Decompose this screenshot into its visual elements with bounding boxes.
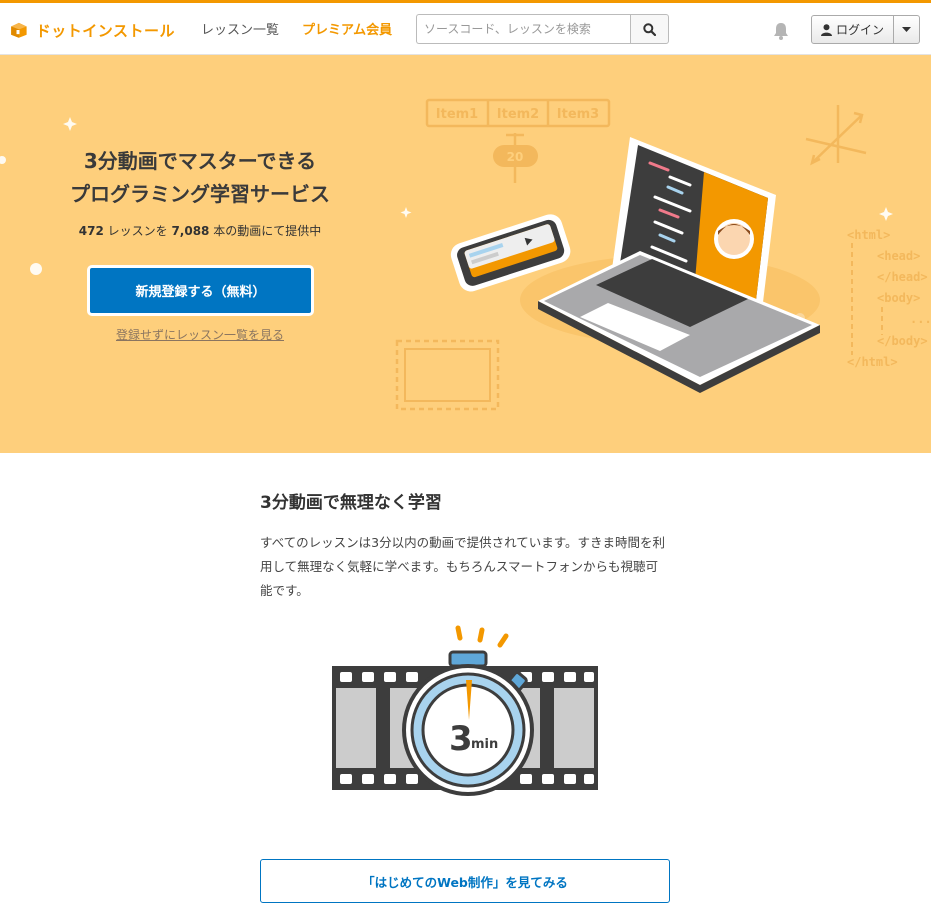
browse-lessons-link[interactable]: 登録せずにレッスン一覧を見る <box>0 326 400 343</box>
login-label: ログイン <box>835 23 884 37</box>
search-input[interactable] <box>416 14 630 44</box>
logo-box-icon <box>11 22 27 38</box>
stats-text-1: レッスンを <box>103 224 172 238</box>
stats-text-2: 本の動画にて提供中 <box>209 224 322 238</box>
search-icon <box>643 22 656 36</box>
illus-item-3: Item3 <box>557 107 599 122</box>
illus-code-5: </body> <box>877 334 928 348</box>
illus-code-0: <html> <box>847 228 890 242</box>
search-form <box>416 14 669 44</box>
illus-item-1: Item1 <box>436 107 478 122</box>
lesson-count: 472 <box>78 224 104 238</box>
login-button-group: ログイン <box>811 15 920 44</box>
dashed-frame-illustration <box>395 339 500 411</box>
hero-stats: 472 レッスンを 7,088 本の動画にて提供中 <box>0 222 400 239</box>
caret-down-icon <box>902 27 911 32</box>
hero-title-line2: プログラミング学習サービス <box>70 182 330 206</box>
signup-button[interactable]: 新規登録する（無料） <box>87 265 314 316</box>
feature-title: 3分動画で無理なく学習 <box>260 493 442 513</box>
hero-title-line1: 3分動画でマスターできる <box>83 149 317 173</box>
video-count: 7,088 <box>171 224 210 238</box>
hero-section: Item1 Item2 Item3 20 <html> <head> </hea… <box>0 55 931 453</box>
illus-code-3: <body> <box>877 291 920 305</box>
user-icon <box>820 23 832 36</box>
illus-code-2: </head> <box>877 270 928 284</box>
search-button[interactable] <box>630 14 669 44</box>
timer-unit: min <box>471 737 498 752</box>
login-dropdown-toggle[interactable] <box>894 15 920 44</box>
nav-lesson-list[interactable]: レッスン一覧 <box>201 19 279 38</box>
nav-premium[interactable]: プレミアム会員 <box>302 19 392 38</box>
feature-description: すべてのレッスンは3分以内の動画で提供されています。すきま時間を利用して無理なく… <box>260 535 665 598</box>
login-button[interactable]: ログイン <box>811 15 894 44</box>
code-snippet-illustration: <html> <head> </head> <body> ... </body>… <box>847 228 931 369</box>
illus-item-2: Item2 <box>497 107 539 122</box>
illus-code-1: <head> <box>877 249 920 263</box>
illus-code-4: ... <box>910 312 931 326</box>
slider-illustration: 20 <box>493 133 538 183</box>
compass-illustration <box>805 105 867 166</box>
illus-code-6: </html> <box>847 355 898 369</box>
logo-text: ドットインストール <box>35 21 175 40</box>
top-navigation-bar: ドットインストール レッスン一覧 プレミアム会員 ログイン <box>0 0 931 55</box>
notification-bell-icon[interactable] <box>772 21 790 41</box>
view-web-course-button[interactable]: 「はじめてのWeb制作」を見てみる <box>260 859 670 903</box>
timer-number: 3 <box>449 719 473 759</box>
illus-slider-value: 20 <box>507 150 524 164</box>
hero-illustration: Item1 Item2 Item3 20 <html> <head> </hea… <box>0 98 931 411</box>
stopwatch-film-illustration: 3 min <box>332 625 598 796</box>
item-tabs-illustration: Item1 Item2 Item3 <box>425 98 611 128</box>
site-logo[interactable]: ドットインストール <box>10 15 175 45</box>
